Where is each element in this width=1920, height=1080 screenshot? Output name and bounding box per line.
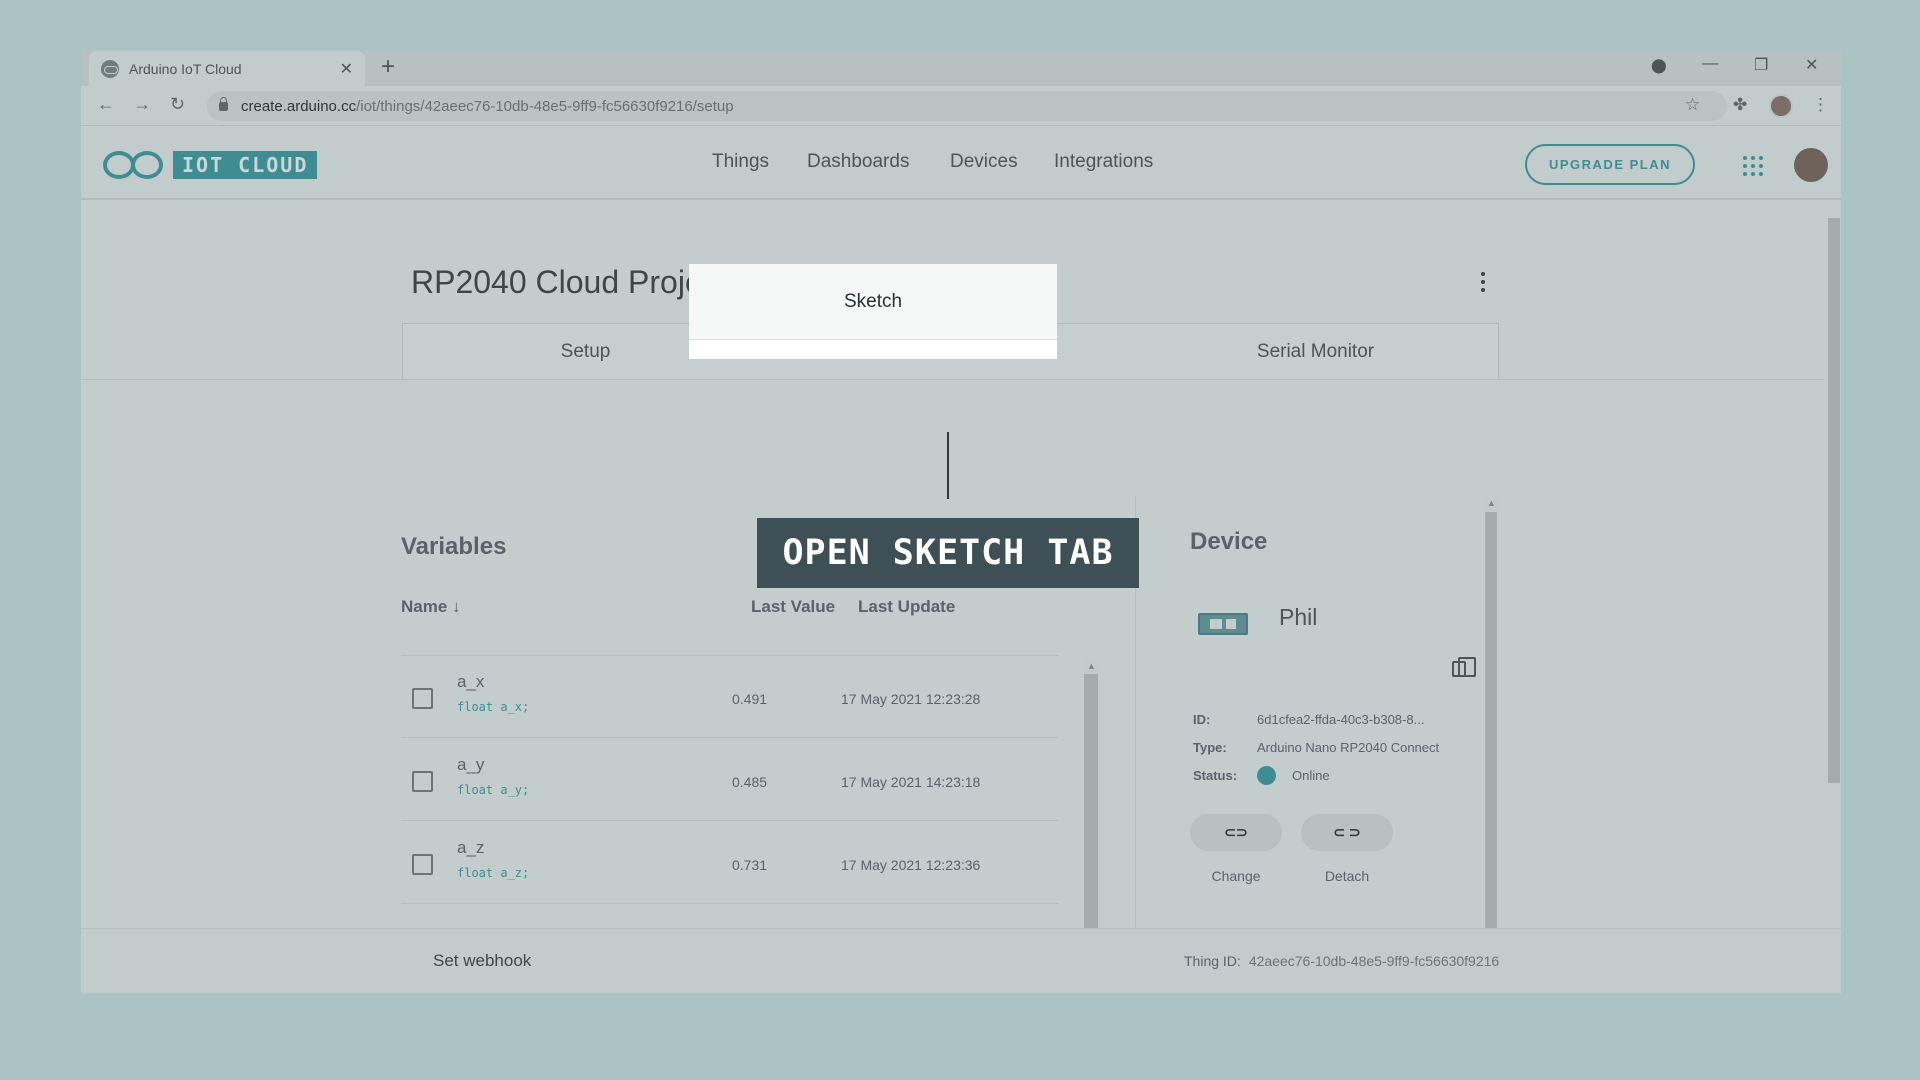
copy-icon[interactable] [1452,657,1476,677]
nav-dashboards[interactable]: Dashboards [807,151,909,173]
nav-things[interactable]: Things [712,151,769,173]
variable-last-update: 17 May 2021 14:23:18 [841,774,981,790]
board-icon [1198,613,1248,635]
scroll-up-icon[interactable]: ▲ [1487,498,1496,508]
variable-declaration: float a_y; [457,783,530,797]
row-checkbox[interactable] [412,854,433,875]
page-title: RP2040 Cloud Project. [411,264,737,300]
variable-last-update: 17 May 2021 12:23:28 [841,691,981,707]
variable-declaration: float a_z; [457,866,530,880]
address-bar-row: ← → ↻ create.arduino.cc /iot/things/42ae… [81,86,1841,126]
variable-name: a_z [457,838,485,857]
variable-last-value: 0.731 [732,857,768,873]
profile-menu-icon[interactable]: ⬤ [1651,57,1667,74]
upgrade-plan-button[interactable]: UPGRADE PLAN [1525,144,1695,185]
nav-devices[interactable]: Devices [950,151,1018,173]
name-column-label: Name [401,597,448,616]
reload-icon[interactable]: ↻ [170,94,185,115]
browser-tab-title: Arduino IoT Cloud [129,60,242,77]
device-type-value: Arduino Nano RP2040 Connect [1257,740,1440,755]
row-checkbox[interactable] [412,688,433,709]
page-footer: Set webhook Thing ID: 42aeec76-10db-48e5-… [81,928,1841,993]
tab-serial-monitor[interactable]: Serial Monitor [1133,324,1498,379]
device-status-label: Status: [1193,768,1238,783]
arduino-favicon-icon [101,59,119,78]
forward-icon[interactable]: → [133,94,151,115]
lock-icon [219,96,228,111]
device-id-value: 6d1cfea2-ffda-40c3-b308-8... [1257,712,1425,727]
nav-integrations[interactable]: Integrations [1054,151,1153,173]
variables-title: Variables [401,533,507,560]
close-window-icon[interactable]: ✕ [1805,55,1818,75]
thing-id: Thing ID: 42aeec76-10db-48e5-9ff9-fc56630… [1184,953,1499,969]
back-icon[interactable]: ← [97,94,115,115]
detach-device-button[interactable]: ⊂ ⊃ [1301,814,1393,851]
infinity-logo-icon [103,151,163,179]
device-title: Device [1190,528,1268,555]
extensions-icon[interactable]: ✤ [1733,95,1747,115]
bookmark-star-icon[interactable]: ☆ [1685,95,1700,115]
change-label: Change [1211,868,1261,884]
logo-text: IOT CLOUD [173,151,318,179]
last-update-column-header: Last Update [858,597,956,616]
tab-strip: Arduino IoT Cloud ✕ + ⬤ — ❐ ✕ [81,49,1841,86]
variable-name: a_x [457,672,485,691]
thing-id-label: Thing ID: [1184,953,1241,969]
page-scrollbar-thumb[interactable] [1828,218,1840,783]
thing-id-value: 42aeec76-10db-48e5-9ff9-fc56630f9216 [1248,953,1500,969]
row-checkbox[interactable] [412,771,433,792]
variable-last-update: 17 May 2021 12:23:36 [841,857,981,873]
variable-last-value: 0.485 [732,774,768,790]
change-device-button[interactable]: ⊂⊃ [1190,814,1282,851]
browser-menu-icon[interactable]: ⋮ [1812,95,1829,115]
new-tab-icon[interactable]: + [381,53,395,81]
arduino-logo[interactable]: IOT CLOUD [103,151,318,179]
tabs-divider [81,379,1825,380]
tab-sketch[interactable]: Sketch [689,264,1057,340]
user-avatar[interactable] [1794,148,1828,182]
apps-grid-icon[interactable] [1743,156,1763,176]
name-column-header[interactable]: Name ↓ [401,597,461,617]
variables-scrollbar-thumb[interactable] [1084,674,1098,928]
more-options-icon[interactable] [1481,272,1485,292]
callout-pointer-line [947,432,949,499]
tab-sketch-highlight[interactable]: Sketch [689,264,1057,359]
scroll-up-icon[interactable]: ▲ [1087,661,1096,671]
table-row[interactable]: a_z float a_z; 0.731 17 May 2021 12:23:3… [401,822,1058,904]
url-field[interactable]: create.arduino.cc /iot/things/42aeec76-1… [207,91,1727,121]
device-id-label: ID: [1193,712,1211,727]
restore-icon[interactable]: ❐ [1754,55,1768,75]
variable-name: a_y [457,755,485,774]
link-icon: ⊂⊃ [1224,824,1248,840]
variable-declaration: float a_x; [457,700,530,714]
tutorial-callout: OPEN SKETCH TAB [757,518,1139,588]
table-row[interactable]: a_y float a_y; 0.485 17 May 2021 14:23:1… [401,739,1058,821]
variables-scrollbar[interactable]: ▲ [1083,658,1099,928]
url-host: create.arduino.cc [241,97,357,115]
page-scrollbar[interactable] [1825,200,1841,928]
device-scrollbar-thumb[interactable] [1485,512,1497,928]
browser-profile-avatar[interactable] [1769,94,1793,118]
app-header: IOT CLOUD Things Dashboards Devices Inte… [81,127,1841,200]
device-type-label: Type: [1193,740,1227,755]
browser-tab[interactable]: Arduino IoT Cloud ✕ [89,51,365,86]
last-value-column-header: Last Value [751,597,836,616]
minimize-icon[interactable]: — [1702,55,1718,73]
url-path: /iot/things/42aeec76-10db-48e5-9ff9-fc56… [356,97,734,115]
status-online-dot [1257,766,1276,785]
device-scrollbar[interactable]: ▲ [1483,496,1499,928]
device-name: Phil [1279,604,1318,630]
device-status-value: Online [1292,768,1330,783]
close-tab-icon[interactable]: ✕ [340,59,353,79]
set-webhook-link[interactable]: Set webhook [433,951,531,971]
unlink-icon: ⊂ ⊃ [1333,824,1361,840]
table-row[interactable]: a_x float a_x; 0.491 17 May 2021 12:23:2… [401,656,1058,738]
detach-label: Detach [1324,868,1370,884]
sort-arrow-down-icon: ↓ [452,597,461,616]
variable-last-value: 0.491 [732,691,768,707]
